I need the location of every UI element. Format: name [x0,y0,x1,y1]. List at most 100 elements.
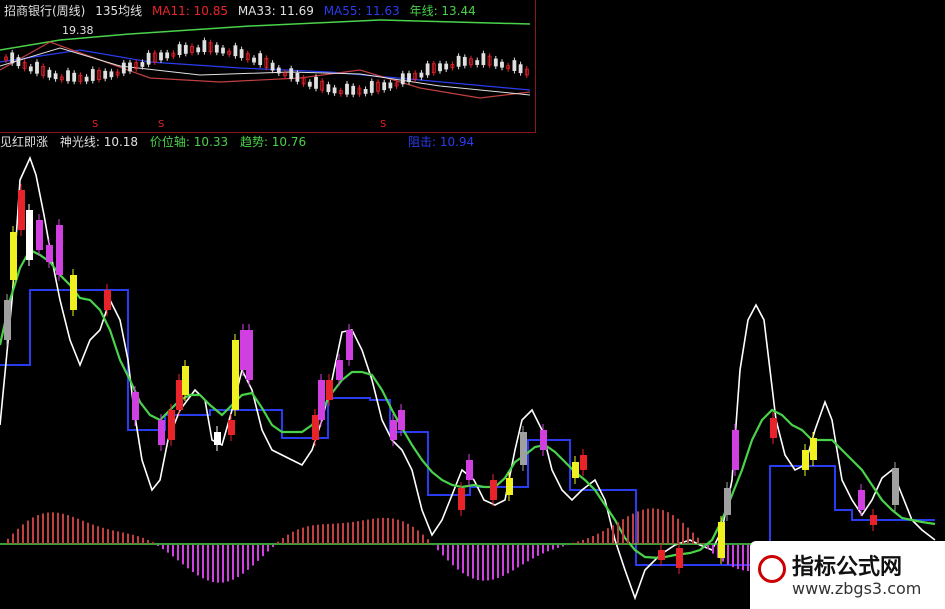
histogram-bar-up [92,524,94,544]
histogram-bar-down [727,545,729,565]
weekly-candle [233,45,238,57]
shenguang-value: 神光线: 10.18 [59,135,139,149]
histogram-bar-up [412,526,414,544]
histogram-bar-up [322,524,324,544]
histogram-bar-down [257,545,259,561]
candle-body [18,190,25,230]
histogram-bar-up [352,521,354,544]
histogram-bar-up [612,525,614,544]
histogram-bar-up [602,531,604,544]
candle-body [458,488,465,510]
histogram-bar-up [97,526,99,544]
weekly-candle [221,47,225,54]
candle-body [232,340,239,410]
histogram-bar-down [492,545,494,580]
histogram-bar-down [217,545,219,583]
candle-body [168,410,175,440]
watermark-title: 指标公式网 [792,555,903,580]
histogram-bar-up [132,534,134,544]
histogram-bar-up [382,517,384,544]
candle-body [732,430,739,470]
weekly-candle [177,44,182,56]
histogram-bar-up [662,510,664,544]
histogram-bar-up [627,516,629,544]
weekly-candle [419,72,424,78]
histogram-bar-up [12,533,14,544]
histogram-bar-down [522,545,524,565]
histogram-bar-up [687,527,689,544]
ma55-line [0,49,531,91]
histogram-bar-down [227,545,229,582]
histogram-bar-down [207,545,209,581]
weekly-candle [109,71,114,78]
weekly-candle [214,44,219,53]
histogram-bar-down [537,545,539,556]
weekly-candle [66,70,70,82]
weekly-candle [258,53,263,66]
candle-body [246,330,253,380]
histogram-bar-up [152,542,154,544]
candle-body [870,515,877,525]
histogram-bar-down [172,545,174,557]
histogram-bar-up [392,518,394,544]
histogram-bar-down [467,545,469,577]
chart-canvas [0,19,936,601]
weekly-candle [140,62,145,67]
jiawei-value: 价位轴: 10.33 [149,135,229,149]
histogram-bar-down [737,545,739,570]
histogram-bar-down [497,545,499,578]
histogram-bar-down [232,545,234,580]
histogram-bar-down [247,545,249,570]
weekly-candle [72,72,77,82]
histogram-bar-up [122,532,124,544]
candle-body [770,418,777,438]
histogram-bar-up [67,515,69,544]
weekly-candle [183,44,188,54]
histogram-bar-down [447,545,449,561]
histogram-bar-down [202,545,204,579]
weekly-candle [276,67,281,74]
weekly-candle [369,81,374,93]
histogram-bar-up [52,512,54,544]
histogram-bar-down [507,545,509,574]
candle-body [4,300,11,340]
histogram-bar-down [487,545,489,581]
top-panel-header: 招商银行(周线) 135均线 MA11: 10.85 MA33: 11.69 M… [4,2,482,19]
histogram-bar-up [607,528,609,544]
histogram-bar-down [242,545,244,574]
year-line-value: 年线: 13.44 [409,4,476,18]
histogram-bar-up [592,535,594,544]
histogram-bar-up [37,515,39,544]
histogram-bar-up [622,519,624,544]
candle-body [70,275,77,310]
histogram-bar-down [237,545,239,578]
candle-body [540,430,547,450]
ma33-line [0,47,531,96]
candle-body [346,330,353,360]
histogram-bar-down [457,545,459,570]
histogram-bar-up [652,508,654,544]
weekly-candle [351,85,356,95]
histogram-bar-up [112,530,114,544]
candle-body [580,455,587,470]
histogram-bar-up [142,537,144,544]
candle-body [892,468,899,505]
candle-body [312,415,319,440]
histogram-bar-down [472,545,474,579]
histogram-bar-down [527,545,529,562]
histogram-bar-down [222,545,224,583]
histogram-bar-up [402,521,404,544]
histogram-bar-down [707,545,709,549]
weekly-candle [53,73,58,80]
histogram-bar-up [317,524,319,544]
histogram-bar-up [422,534,424,544]
histogram-bar-down [482,545,484,581]
histogram-bar-down [177,545,179,561]
histogram-bar-up [597,533,599,544]
histogram-bar-down [732,545,734,568]
weekly-candle [289,68,294,80]
weekly-candle [165,52,170,59]
histogram-bar-up [367,519,369,544]
histogram-bar-down [252,545,254,566]
weekly-candle [314,76,318,89]
